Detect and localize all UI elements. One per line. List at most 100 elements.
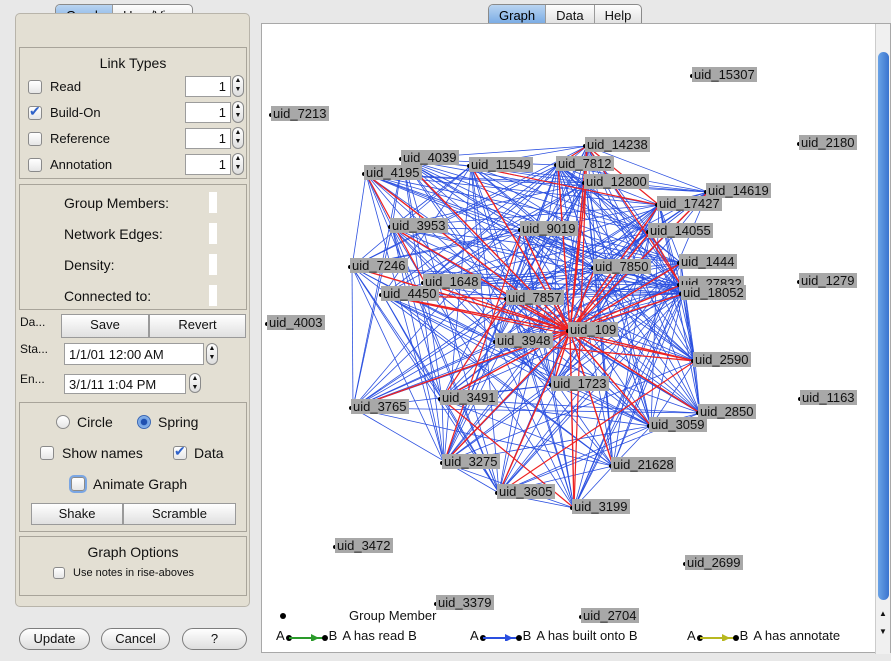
cancel-button[interactable]: Cancel bbox=[101, 628, 170, 650]
start-date-field[interactable]: 1/1/01 12:00 AM bbox=[64, 343, 204, 365]
legend-b-annotate: B bbox=[739, 628, 749, 643]
node-label[interactable]: uid_3605 bbox=[497, 484, 555, 499]
node-label[interactable]: uid_21628 bbox=[611, 457, 676, 472]
show-names-option[interactable]: Show names bbox=[40, 445, 143, 461]
legend-built: A B A has built onto B bbox=[470, 628, 638, 643]
scroll-thumb[interactable] bbox=[878, 52, 889, 600]
node-layer: uid_15307 uid_7213 uid_2180 uid_14238 uid_40… bbox=[262, 24, 876, 623]
graph-options-title: Graph Options bbox=[87, 544, 179, 560]
annotation-weight-field[interactable]: 1 bbox=[185, 154, 231, 175]
spring-option[interactable]: Spring bbox=[137, 414, 198, 430]
member-dot-icon bbox=[280, 612, 286, 619]
use-notes-checkbox[interactable] bbox=[53, 567, 65, 579]
link-types-panel: Link Types Read 1 ▲▼ Build-On 1 ▲▼ Refer… bbox=[19, 47, 247, 179]
node-label[interactable]: uid_14238 bbox=[585, 137, 650, 152]
animate-option[interactable]: Animate Graph bbox=[71, 476, 187, 492]
spring-label: Spring bbox=[158, 414, 199, 430]
node-label[interactable]: uid_15307 bbox=[692, 67, 757, 82]
read-weight-stepper[interactable]: ▲ ▼ bbox=[232, 75, 244, 97]
node-label[interactable]: uid_3379 bbox=[436, 595, 494, 610]
legend-annotate-label: A has annotate bbox=[753, 628, 841, 643]
node-label[interactable]: uid_1444 bbox=[679, 254, 737, 269]
node-label[interactable]: uid_3953 bbox=[390, 218, 448, 233]
shake-button[interactable]: Shake bbox=[31, 503, 123, 525]
node-label[interactable]: uid_7857 bbox=[506, 290, 564, 305]
legend-a-read: A bbox=[276, 628, 285, 643]
build-on-weight-stepper[interactable]: ▲ ▼ bbox=[232, 101, 244, 123]
data-checkbox[interactable] bbox=[173, 443, 187, 460]
node-label[interactable]: uid_7213 bbox=[271, 106, 329, 121]
scroll-up-icon[interactable]: ▲ bbox=[879, 609, 887, 618]
node-label[interactable]: uid_2180 bbox=[799, 135, 857, 150]
node-label[interactable]: uid_2590 bbox=[693, 352, 751, 367]
node-label[interactable]: uid_1723 bbox=[551, 376, 609, 391]
annotation-weight-stepper[interactable]: ▲ ▼ bbox=[232, 153, 244, 175]
scroll-down-icon[interactable]: ▼ bbox=[879, 627, 887, 636]
node-label[interactable]: uid_9019 bbox=[520, 221, 578, 236]
start-date-stepper[interactable]: ▲ ▼ bbox=[206, 343, 218, 365]
circle-label: Circle bbox=[77, 414, 113, 430]
graph-canvas[interactable]: uid_15307 uid_7213 uid_2180 uid_14238 uid_40… bbox=[261, 23, 891, 654]
node-label[interactable]: uid_3059 bbox=[649, 417, 707, 432]
node-label[interactable]: uid_4003 bbox=[267, 315, 325, 330]
density-value bbox=[209, 254, 217, 275]
date-label: Da... bbox=[20, 315, 46, 329]
node-label[interactable]: uid_4039 bbox=[401, 150, 459, 165]
circle-option[interactable]: Circle bbox=[56, 414, 113, 430]
node-label[interactable]: uid_7246 bbox=[350, 258, 408, 273]
node-label[interactable]: uid_2850 bbox=[698, 404, 756, 419]
network-edges-label: Network Edges: bbox=[64, 226, 163, 242]
end-label: En... bbox=[20, 372, 45, 386]
node-label[interactable]: uid_7812 bbox=[556, 156, 614, 171]
node-label[interactable]: uid_7850 bbox=[593, 259, 651, 274]
node-label[interactable]: uid_14055 bbox=[648, 223, 713, 238]
build-on-checkbox[interactable] bbox=[28, 103, 42, 120]
reference-weight-field[interactable]: 1 bbox=[185, 128, 231, 149]
node-label[interactable]: uid_4450 bbox=[381, 286, 439, 301]
help-button[interactable]: ? bbox=[182, 628, 247, 650]
node-label[interactable]: uid_3948 bbox=[495, 333, 553, 348]
reference-checkbox[interactable] bbox=[28, 131, 42, 146]
annotate-arrow-icon bbox=[696, 633, 739, 641]
annotation-checkbox[interactable] bbox=[28, 157, 42, 172]
node-label[interactable]: uid_2699 bbox=[685, 555, 743, 570]
node-label[interactable]: uid_109 bbox=[568, 322, 619, 337]
node-label[interactable]: uid_1279 bbox=[799, 273, 857, 288]
node-label[interactable]: uid_3199 bbox=[572, 499, 630, 514]
node-label[interactable]: uid_3275 bbox=[442, 454, 500, 469]
node-label[interactable]: uid_1163 bbox=[800, 390, 857, 405]
node-label[interactable]: uid_18052 bbox=[681, 285, 746, 300]
revert-button[interactable]: Revert bbox=[149, 314, 246, 338]
build-on-weight-field[interactable]: 1 bbox=[185, 102, 231, 123]
read-weight-field[interactable]: 1 bbox=[185, 76, 231, 97]
network-edges-value bbox=[209, 223, 217, 244]
show-names-checkbox[interactable] bbox=[40, 446, 54, 460]
legend-member: Group Member bbox=[280, 608, 436, 623]
update-button[interactable]: Update bbox=[19, 628, 90, 650]
circle-radio[interactable] bbox=[56, 415, 70, 429]
end-date-field[interactable]: 3/1/11 1:04 PM bbox=[64, 374, 186, 394]
animate-checkbox[interactable] bbox=[71, 477, 85, 491]
node-label[interactable]: uid_3491 bbox=[440, 390, 498, 405]
save-button[interactable]: Save bbox=[61, 314, 149, 338]
node-label[interactable]: uid_11549 bbox=[469, 157, 533, 172]
vertical-scrollbar[interactable]: ▲ ▼ bbox=[875, 24, 890, 654]
use-notes-option[interactable]: Use notes in rise-aboves bbox=[53, 567, 194, 579]
read-checkbox[interactable] bbox=[28, 79, 42, 94]
node-label[interactable]: uid_3472 bbox=[335, 538, 393, 553]
link-buildon-row: Build-On bbox=[28, 103, 101, 120]
animate-label: Animate Graph bbox=[93, 476, 188, 492]
end-date-stepper[interactable]: ▲ ▼ bbox=[189, 373, 201, 393]
node-label[interactable]: uid_3765 bbox=[351, 399, 409, 414]
node-label[interactable]: uid_17427 bbox=[657, 196, 722, 211]
spring-radio[interactable] bbox=[137, 415, 151, 429]
legend-read: A B A has read B bbox=[276, 628, 417, 643]
reference-weight-stepper[interactable]: ▲ ▼ bbox=[232, 127, 244, 149]
link-reference-row: Reference bbox=[28, 131, 110, 146]
node-label[interactable]: uid_2704 bbox=[581, 608, 639, 623]
node-label[interactable]: uid_4195 bbox=[364, 165, 422, 180]
data-option[interactable]: Data bbox=[173, 443, 224, 461]
scramble-button[interactable]: Scramble bbox=[123, 503, 236, 525]
legend-a-built: A bbox=[470, 628, 479, 643]
node-label[interactable]: uid_12800 bbox=[584, 174, 649, 189]
